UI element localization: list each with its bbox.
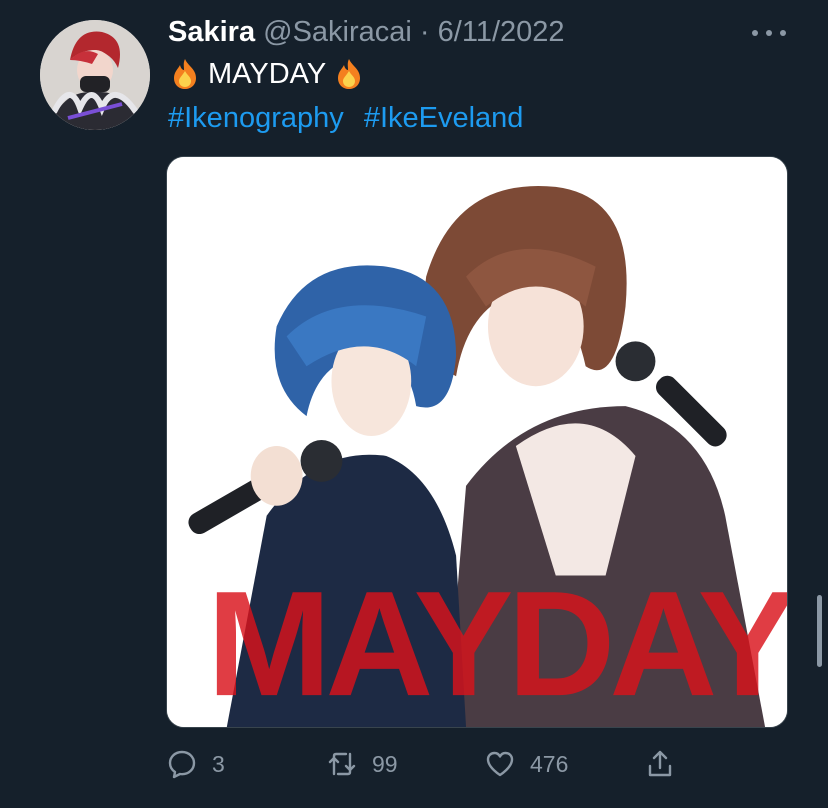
hashtag-link[interactable]: #IkeEveland bbox=[364, 102, 524, 134]
fire-icon bbox=[168, 57, 202, 91]
tweet-body: MAYDAY bbox=[208, 58, 327, 90]
tweet-image[interactable]: MAYDAY bbox=[166, 156, 788, 728]
share-icon bbox=[648, 750, 672, 777]
retweet-icon bbox=[328, 752, 356, 776]
hashtags: #Ikenography #IkeEveland bbox=[168, 100, 535, 136]
display-name[interactable]: Sakira bbox=[168, 16, 255, 48]
heart-icon bbox=[486, 751, 514, 777]
separator-dot: · bbox=[419, 16, 430, 48]
reply-button[interactable]: 3 bbox=[166, 744, 225, 784]
more-options-icon[interactable] bbox=[752, 18, 786, 48]
like-button[interactable]: 476 bbox=[484, 744, 568, 784]
share-button[interactable] bbox=[644, 744, 676, 784]
tweet-text: MAYDAY bbox=[168, 56, 366, 92]
avatar[interactable] bbox=[40, 20, 150, 130]
reply-icon bbox=[168, 750, 196, 779]
scrollbar[interactable] bbox=[817, 595, 822, 667]
user-handle[interactable]: @Sakiracai bbox=[263, 16, 412, 48]
hashtag-link[interactable]: #Ikenography bbox=[168, 102, 344, 134]
retweet-button[interactable]: 99 bbox=[326, 744, 398, 784]
like-count: 476 bbox=[530, 750, 569, 777]
fire-icon bbox=[332, 57, 366, 91]
media-overlay-text: MAYDAY bbox=[207, 560, 787, 727]
tweet-date[interactable]: 6/11/2022 bbox=[438, 16, 565, 48]
tweet-actions: 3 99 476 bbox=[166, 744, 686, 784]
retweet-count: 99 bbox=[372, 750, 398, 777]
reply-count: 3 bbox=[212, 750, 225, 777]
tweet-header: Sakira @Sakiracai · 6/11/2022 bbox=[168, 14, 565, 50]
